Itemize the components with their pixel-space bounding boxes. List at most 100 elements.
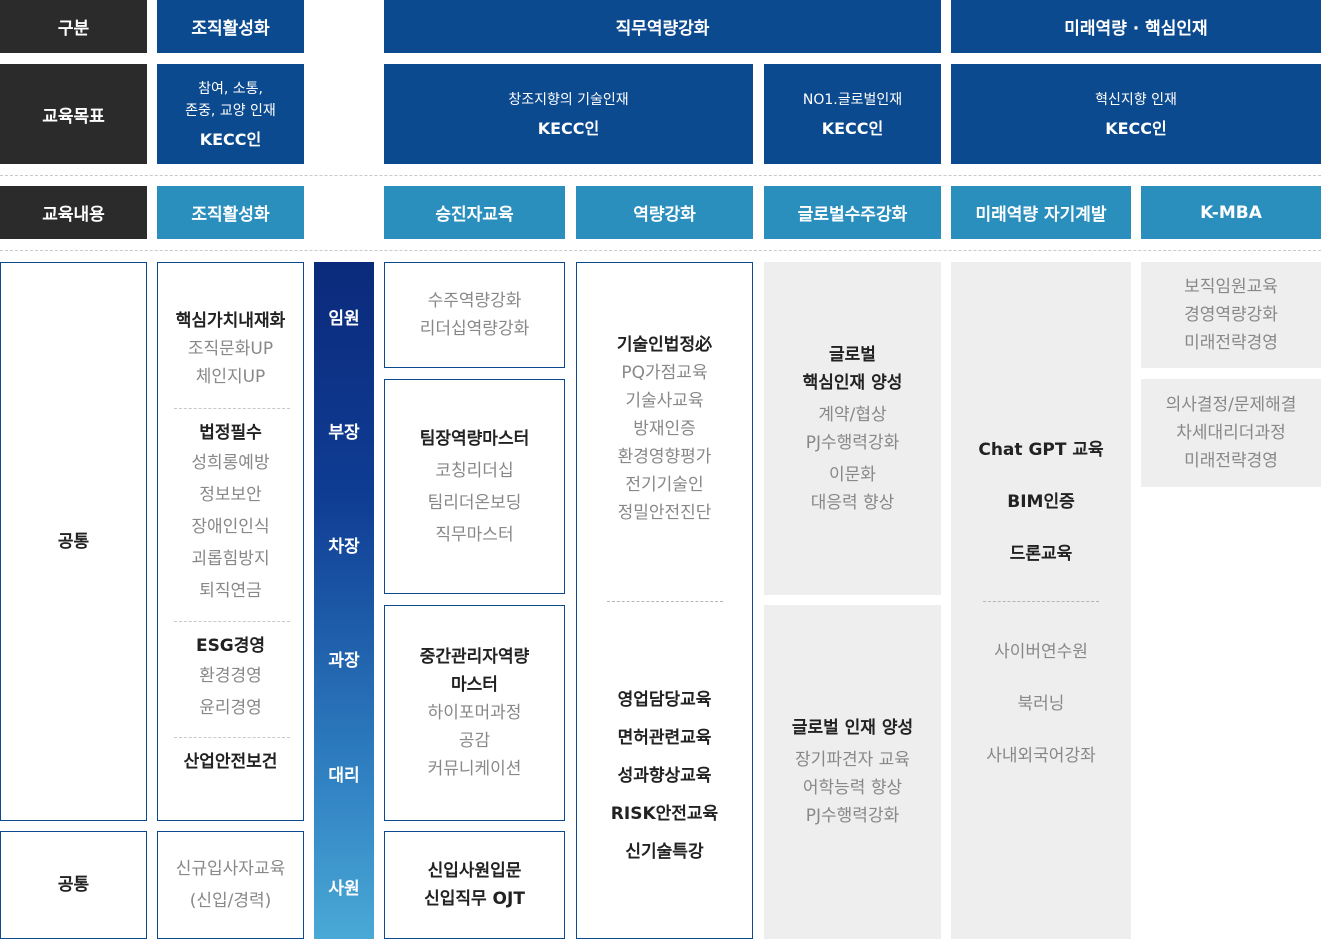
future-top-item: Chat GPT 교육	[978, 440, 1104, 460]
promotion-mid-item: 공감	[458, 731, 491, 751]
goal-innovative-title: KECC인	[1105, 119, 1167, 138]
level-staff: 사원	[328, 879, 360, 899]
global-top-title: 글로벌	[829, 344, 876, 365]
promotion-executive-item: 리더십역량강화	[419, 319, 530, 339]
category-future: 미래역량 · 핵심인재	[951, 0, 1321, 53]
org-divider	[174, 621, 290, 622]
promotion-leader-title: 팀장역량마스터	[419, 428, 530, 449]
goal-global-line1: NO1.글로벌인재	[802, 92, 903, 108]
divider-1	[0, 175, 1321, 176]
competency-top-item: 기술사교육	[625, 391, 704, 411]
content-future: 미래역량 자기계발	[951, 186, 1131, 239]
category-job: 직무역량강화	[384, 0, 941, 53]
org-legal-title: 법정필수	[199, 423, 262, 443]
org-group-core-values: 핵심가치내재화 조직문화UP 체인지UP	[158, 307, 303, 391]
goal-org-line2: 존중, 교양 인재	[185, 103, 276, 119]
future-top-group: Chat GPT 교육 BIM인증 드론교육	[951, 424, 1131, 580]
competency-bottom-item: 신기술특강	[625, 842, 704, 862]
org-safety-title: 산업안전보건	[183, 752, 278, 772]
goal-global-title: KECC인	[821, 119, 884, 138]
org-new-hire-box: 신규입사자교육 (신입/경력)	[157, 831, 304, 939]
promotion-leader-item: 직무마스터	[435, 524, 514, 545]
competency-top-title: 기술인법정必	[616, 335, 713, 355]
row-label-content: 교육내용	[0, 186, 147, 239]
goal-org-line1: 참여, 소통,	[198, 81, 263, 97]
promotion-executive-item: 수주역량강화	[427, 291, 522, 311]
promotion-executive-box: 수주역량강화 리더십역량강화	[384, 262, 565, 368]
divider-2	[0, 250, 1321, 251]
content-kmba: K-MBA	[1141, 186, 1321, 239]
row-label-goal: 교육목표	[0, 64, 147, 164]
competency-bottom-item: RISK안전교육	[610, 804, 719, 824]
org-new-hire-item: (신입/경력)	[189, 891, 272, 911]
competency-top-group: 기술인법정必 PQ가점교육 기술사교육 방재인증 환경영향평가 전기기술인 정밀…	[577, 331, 752, 527]
content-promotion: 승진자교육	[384, 186, 565, 239]
competency-bottom-item: 성과향상교육	[617, 766, 712, 786]
global-top-item: 계약/협상	[818, 404, 887, 425]
global-top-item: 이문화	[829, 464, 876, 485]
promotion-mid-box: 중간관리자역량 마스터 하이포머과정 공감 커뮤니케이션	[384, 605, 565, 821]
kmba-box1-item: 경영역량강화	[1184, 305, 1278, 325]
row-label-common-lower: 공통	[0, 831, 147, 939]
competency-top-item: 환경영향평가	[617, 447, 712, 467]
kmba-box2-item: 의사결정/문제해결	[1165, 395, 1297, 415]
org-legal-item: 퇴직연금	[199, 581, 262, 601]
future-divider	[983, 601, 1099, 602]
kmba-box-1: 보직임원교육 경영역량강화 미래전략경영	[1141, 262, 1321, 368]
common-upper-label: 공통	[57, 531, 90, 552]
goal-innovative: 혁신지향 인재 KECC인	[951, 64, 1321, 164]
kmba-box2-item: 차세대리더과정	[1176, 423, 1286, 443]
org-core-item: 체인지UP	[195, 367, 266, 387]
future-bottom-item: 사내외국어강좌	[986, 746, 1096, 766]
common-lower-label: 공통	[57, 875, 90, 895]
competency-divider	[607, 601, 723, 602]
goal-creative: 창조지향의 기술인재 KECC인	[384, 64, 753, 164]
future-bottom-item: 사이버연수원	[994, 642, 1088, 662]
goal-global: NO1.글로벌인재 KECC인	[764, 64, 941, 164]
category-org: 조직활성화	[157, 0, 304, 53]
future-box: Chat GPT 교육 BIM인증 드론교육 사이버연수원 북러닝 사내외국어강…	[951, 262, 1131, 939]
global-top-item: 대응력 향상	[810, 492, 895, 513]
future-top-item: BIM인증	[1007, 492, 1075, 512]
promotion-mid-item: 하이포머과정	[427, 703, 522, 723]
competency-top-item: PQ가점교육	[621, 363, 708, 383]
kmba-box1-item: 보직임원교육	[1184, 277, 1278, 297]
level-bar: 임원 부장 차장 과장 대리 사원	[314, 262, 374, 939]
future-bottom-item: 북러닝	[1017, 694, 1065, 714]
promotion-new-box: 신입사원입문 신입직무 OJT	[384, 831, 565, 939]
kmba-box1-item: 미래전략경영	[1184, 333, 1278, 353]
competency-box: 기술인법정必 PQ가점교육 기술사교육 방재인증 환경영향평가 전기기술인 정밀…	[576, 262, 753, 939]
future-bottom-group: 사이버연수원 북러닝 사내외국어강좌	[951, 626, 1131, 782]
competency-top-item: 정밀안전진단	[617, 503, 712, 523]
promotion-mid-title: 중간관리자역량	[419, 647, 530, 667]
org-divider	[174, 408, 290, 409]
org-group-esg: ESG경영 환경경영 윤리경영	[158, 632, 303, 724]
goal-innovative-line1: 혁신지향 인재	[1095, 92, 1177, 108]
org-new-hire-item: 신규입사자교육	[175, 859, 286, 879]
goal-org: 참여, 소통, 존중, 교양 인재 KECC인	[157, 64, 304, 164]
promotion-leader-box: 팀장역량마스터 코칭리더십 팀리더온보딩 직무마스터	[384, 379, 565, 594]
global-bottom-item: 장기파견자 교육	[795, 750, 910, 770]
org-group-legal: 법정필수 성희롱예방 정보보안 장애인인식 괴롭힘방지 퇴직연금	[158, 419, 303, 607]
competency-bottom-item: 면허관련교육	[617, 728, 712, 748]
global-top-title: 핵심인재 양성	[802, 372, 903, 393]
global-bottom-title: 글로벌 인재 양성	[791, 718, 914, 738]
promotion-new-title: 신입사원입문	[427, 861, 522, 881]
goal-creative-title: KECC인	[537, 119, 600, 138]
future-top-item: 드론교육	[1009, 544, 1073, 564]
goal-org-title: KECC인	[199, 130, 262, 149]
promotion-leader-item: 코칭리더십	[435, 460, 514, 481]
competency-bottom-group: 영업담당교육 면허관련교육 성과향상교육 RISK안전교육 신기술특강	[577, 681, 752, 871]
org-core-title: 핵심가치내재화	[175, 311, 286, 331]
org-esg-item: 윤리경영	[199, 698, 262, 718]
level-executive: 임원	[328, 309, 360, 329]
row-label-category: 구분	[0, 0, 147, 53]
org-legal-item: 성희롱예방	[191, 453, 270, 473]
promotion-new-title: 신입직무 OJT	[424, 889, 525, 909]
level-general-manager: 부장	[328, 423, 360, 443]
level-deputy-manager: 차장	[328, 537, 360, 557]
kmba-box-2: 의사결정/문제해결 차세대리더과정 미래전략경영	[1141, 379, 1321, 487]
row-label-common-upper: 공통	[0, 262, 147, 821]
goal-creative-line1: 창조지향의 기술인재	[508, 92, 629, 108]
org-legal-item: 정보보안	[199, 485, 262, 505]
